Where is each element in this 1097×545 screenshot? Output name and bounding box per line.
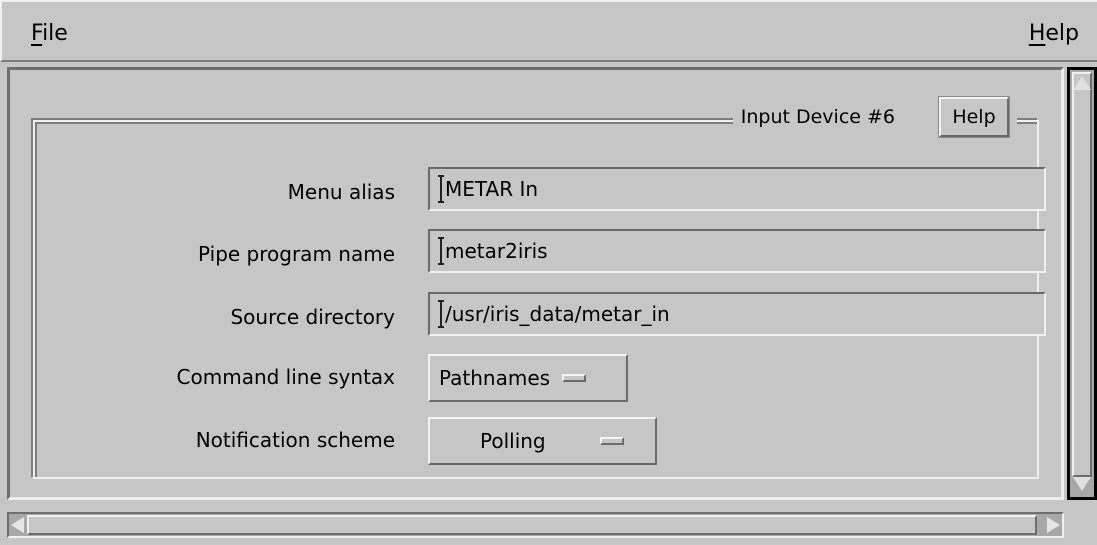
scroll-left-arrow-icon[interactable] [11, 517, 24, 533]
group-help-button[interactable]: Help [938, 96, 1010, 138]
pipe-program-field[interactable]: metar2iris [428, 229, 1046, 273]
menu-alias-value: METAR In [445, 177, 539, 201]
horizontal-scrollbar-thumb[interactable] [27, 515, 1037, 535]
input-device-group: Input Device #6 Help Menu alias METAR In… [33, 92, 1046, 479]
menu-alias-label: Menu alias [287, 180, 395, 204]
command-line-syntax-value: Pathnames [439, 366, 551, 390]
text-cursor-icon [438, 237, 444, 265]
pipe-program-label: Pipe program name [198, 242, 395, 266]
scroll-down-arrow-icon[interactable] [1073, 477, 1091, 491]
menubar: File Help [0, 0, 1097, 62]
scroll-right-arrow-icon[interactable] [1047, 517, 1060, 533]
scrolled-content-area: Input Device #6 Help Menu alias METAR In… [7, 67, 1064, 500]
source-directory-field[interactable]: /usr/iris_data/metar_in [428, 292, 1046, 336]
text-cursor-icon [438, 300, 444, 328]
pipe-program-value: metar2iris [445, 239, 548, 263]
notification-scheme-option-menu[interactable]: Polling [428, 417, 657, 465]
command-line-syntax-label: Command line syntax [176, 365, 395, 389]
vertical-scrollbar[interactable] [1067, 67, 1097, 500]
menu-help[interactable]: Help [1029, 22, 1079, 46]
group-title-bar: Input Device #6 Help [732, 92, 1017, 142]
source-directory-label: Source directory [230, 305, 395, 329]
notification-scheme-value: Polling [480, 429, 546, 453]
option-menu-indicator-icon [599, 437, 624, 445]
group-title: Input Device #6 [740, 106, 895, 128]
scroll-up-arrow-icon[interactable] [1073, 76, 1091, 90]
application-window: File Help Input Device #6 Help Menu alia… [0, 0, 1097, 545]
notification-scheme-label: Notification scheme [195, 428, 395, 452]
menu-file-label: ile [42, 21, 68, 46]
menu-file[interactable]: File [31, 22, 68, 46]
source-directory-value: /usr/iris_data/metar_in [445, 302, 670, 326]
vertical-scrollbar-thumb[interactable] [1072, 72, 1092, 477]
menu-help-label: elp [1045, 21, 1079, 46]
command-line-syntax-option-menu[interactable]: Pathnames [428, 354, 628, 402]
option-menu-indicator-icon [562, 374, 587, 382]
menu-alias-field[interactable]: METAR In [428, 167, 1046, 211]
text-cursor-icon [438, 175, 444, 203]
menu-help-mnemonic: H [1028, 21, 1046, 46]
menu-file-mnemonic: F [31, 21, 43, 46]
horizontal-scrollbar[interactable] [7, 512, 1064, 538]
